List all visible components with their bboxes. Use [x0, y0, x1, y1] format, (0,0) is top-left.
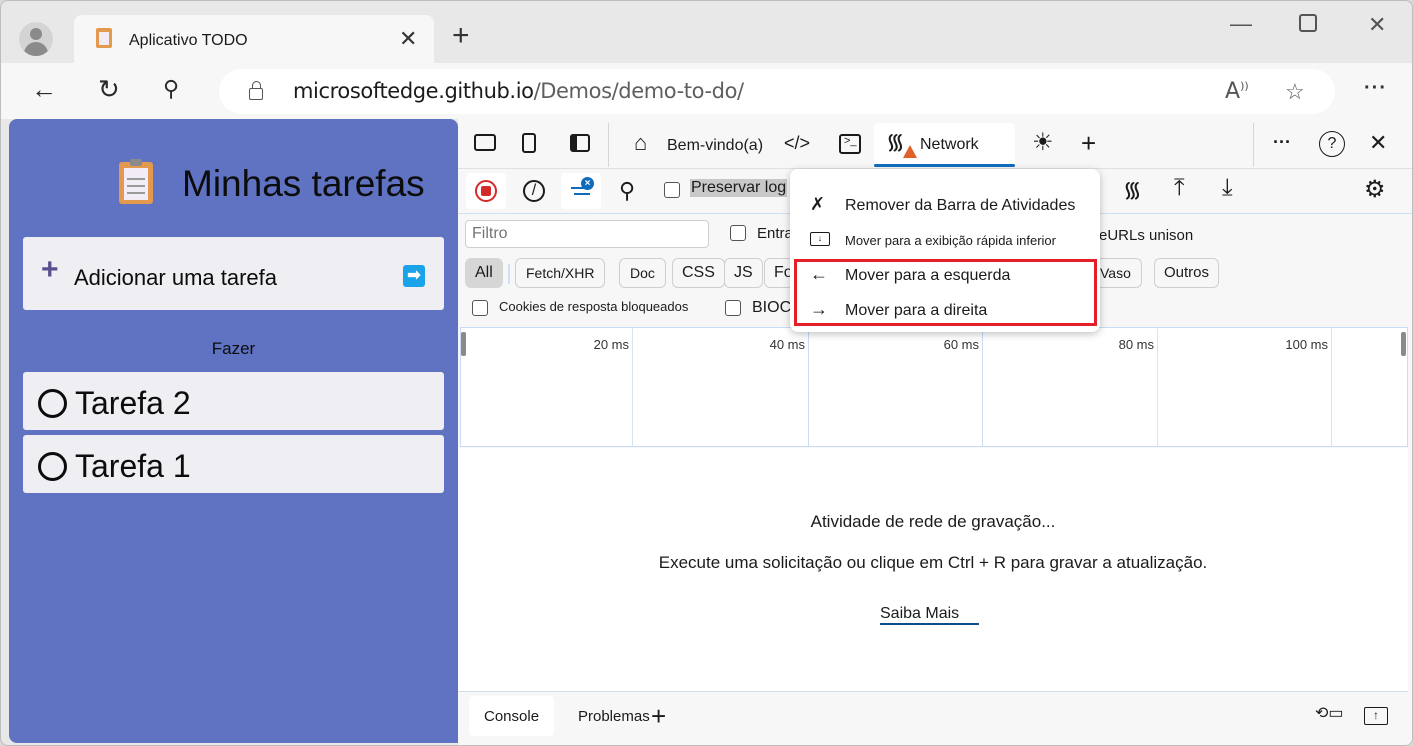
more-tools-icon[interactable]: ···	[1273, 133, 1291, 151]
blocked-cookies-label: Cookies de resposta bloqueados	[499, 299, 689, 314]
back-arrow-icon[interactable]: ←	[31, 76, 57, 102]
close-devtools-icon[interactable]: ✕	[1369, 132, 1387, 154]
drawer-tab-issues[interactable]: Problemas	[563, 696, 665, 736]
search-icon[interactable]: ⚲	[619, 180, 635, 202]
recording-message: Atividade de rede de gravação...	[810, 512, 1056, 531]
address-bar[interactable]: microsoftedge.github.io/Demos/demo-to-do…	[219, 69, 1335, 114]
unpin-icon: ✗	[810, 194, 826, 214]
plus-icon: +	[41, 253, 59, 286]
tick-label: 40 ms	[769, 337, 805, 352]
window-close-icon[interactable]: ✕	[1368, 12, 1386, 38]
profile-avatar[interactable]	[19, 22, 53, 56]
title-bar: Aplicativo TODO ✕ + — ✕	[1, 1, 1412, 63]
tab-network[interactable]: ᯾ Network	[874, 123, 1015, 167]
preserve-log-checkbox[interactable]	[664, 182, 680, 198]
page-title: Minhas tarefas	[182, 163, 425, 204]
devtools-drawer: Console Problemas + ⟲▭ ↑	[458, 692, 1412, 745]
task-label: Tarefa 1	[75, 448, 191, 484]
menu-item-remove-from-activity-bar[interactable]: ✗ Remover da Barra de Atividades	[790, 190, 1100, 222]
minimize-icon[interactable]: —	[1230, 11, 1252, 37]
settings-gear-icon[interactable]: ⚙	[1364, 178, 1386, 202]
new-tab-button[interactable]: +	[452, 21, 470, 51]
inspect-element-icon[interactable]	[474, 134, 496, 151]
clipboard-icon	[96, 28, 112, 48]
section-label: Fazer	[211, 339, 256, 358]
search-icon[interactable]: ⚲	[163, 78, 179, 100]
task-label: Tarefa 2	[75, 385, 191, 421]
tab-welcome[interactable]: Bem-vindo(a)	[667, 137, 763, 155]
add-tool-icon[interactable]: +	[1081, 130, 1096, 156]
todo-app: Minhas tarefas + Adicionar uma tarefa ➡ …	[9, 119, 458, 743]
task-item[interactable]: Tarefa 2	[23, 372, 444, 430]
browser-window: Aplicativo TODO ✕ + — ✕ ← ↻ ⚲ microsofte…	[0, 0, 1413, 746]
timeline-right-handle[interactable]	[1401, 332, 1406, 356]
type-filter-css[interactable]: CSS	[672, 258, 725, 288]
requests-empty-state: Atividade de rede de gravação... Execute…	[458, 448, 1408, 691]
learn-more-link[interactable]: Saiba Mais	[880, 605, 980, 625]
console-tab-icon[interactable]: >_	[839, 134, 861, 154]
entrada-checkbox[interactable]	[730, 225, 746, 241]
highlight-annotation	[794, 259, 1097, 326]
record-button[interactable]	[466, 173, 506, 209]
menu-item-move-to-bottom[interactable]: ↓ Mover para a exibição rápida inferior	[790, 225, 1100, 257]
arrow-right-icon[interactable]: ➡	[403, 265, 425, 287]
elements-tab-icon[interactable]: </>	[784, 134, 810, 152]
more-options-icon[interactable]: ···	[1364, 77, 1387, 100]
type-filter-doc[interactable]: Doc	[619, 258, 666, 288]
task-checkbox[interactable]	[38, 452, 67, 481]
timeline-left-handle[interactable]	[461, 332, 466, 356]
tab-title: Aplicativo TODO	[129, 32, 248, 49]
task-item[interactable]: Tarefa 1	[23, 435, 444, 493]
help-icon[interactable]: ?	[1319, 131, 1345, 157]
tick-label: 60 ms	[943, 337, 979, 352]
type-filter-all[interactable]: All	[465, 258, 503, 288]
type-filter-js[interactable]: JS	[724, 258, 763, 288]
close-icon[interactable]: ✕	[399, 26, 417, 52]
type-filter-other[interactable]: Outros	[1154, 258, 1220, 288]
tab-context-menu: ✗ Remover da Barra de Atividades ↓ Mover…	[790, 169, 1100, 332]
warning-icon	[903, 145, 917, 158]
device-emulation-icon[interactable]	[522, 133, 536, 153]
add-drawer-tool-icon[interactable]: +	[651, 703, 666, 729]
reload-hint: Execute uma solicitação ou clique em Ctr…	[658, 553, 1208, 572]
lock-icon[interactable]	[249, 81, 263, 100]
task-checkbox[interactable]	[38, 389, 67, 418]
drawer-tab-console[interactable]: Console	[469, 696, 555, 736]
urls-label: eURLs unison	[1099, 227, 1194, 244]
browser-tab[interactable]: Aplicativo TODO ✕	[74, 15, 434, 63]
url-text[interactable]: microsoftedge.github.io/Demos/demo-to-do…	[293, 79, 744, 103]
refresh-icon[interactable]: ↻	[98, 76, 120, 102]
filter-input[interactable]	[465, 220, 709, 248]
home-icon[interactable]: ⌂	[634, 132, 647, 154]
read-aloud-icon[interactable]: A))	[1225, 79, 1249, 104]
bug-icon[interactable]: ☀	[1032, 131, 1054, 155]
tick-label: 80 ms	[1118, 337, 1154, 352]
preserve-log-label: Preservar log	[690, 179, 788, 197]
dock-drawer-icon[interactable]: ⟲▭	[1315, 706, 1344, 722]
add-task-button[interactable]: + Adicionar uma tarefa ➡	[23, 237, 444, 310]
export-har-icon[interactable]: ⤓	[1222, 176, 1233, 200]
browser-toolbar: ← ↻ ⚲ microsoftedge.github.io/Demos/demo…	[1, 63, 1412, 119]
dock-side-icon[interactable]	[570, 134, 590, 152]
tick-label: 20 ms	[593, 337, 629, 352]
add-task-label: Adicionar uma tarefa	[74, 265, 277, 290]
favorite-star-icon[interactable]: ☆	[1285, 79, 1305, 105]
devtools-tab-bar: ⌂ Bem-vindo(a) </> >_ ᯾ Network ☀ + ··· …	[458, 119, 1412, 169]
network-conditions-icon[interactable]: ᯾	[1123, 179, 1142, 201]
move-to-bottom-icon: ↓	[810, 232, 830, 246]
maximize-icon[interactable]	[1299, 14, 1317, 32]
filter-toggle-button[interactable]: ×	[561, 173, 601, 209]
wifi-icon: ᯾	[886, 129, 905, 154]
type-filter-fetch[interactable]: Fetch/XHR	[515, 258, 606, 288]
network-overview-timeline[interactable]: 20 ms 40 ms 60 ms 80 ms 100 ms	[460, 327, 1408, 447]
clear-icon[interactable]: /	[523, 180, 545, 202]
tick-label: 100 ms	[1285, 337, 1328, 352]
import-har-icon[interactable]: ⤒	[1174, 176, 1185, 200]
blocked-requests-checkbox[interactable]	[725, 300, 741, 316]
move-drawer-up-icon[interactable]: ↑	[1364, 707, 1388, 725]
blocked-cookies-checkbox[interactable]	[472, 300, 488, 316]
